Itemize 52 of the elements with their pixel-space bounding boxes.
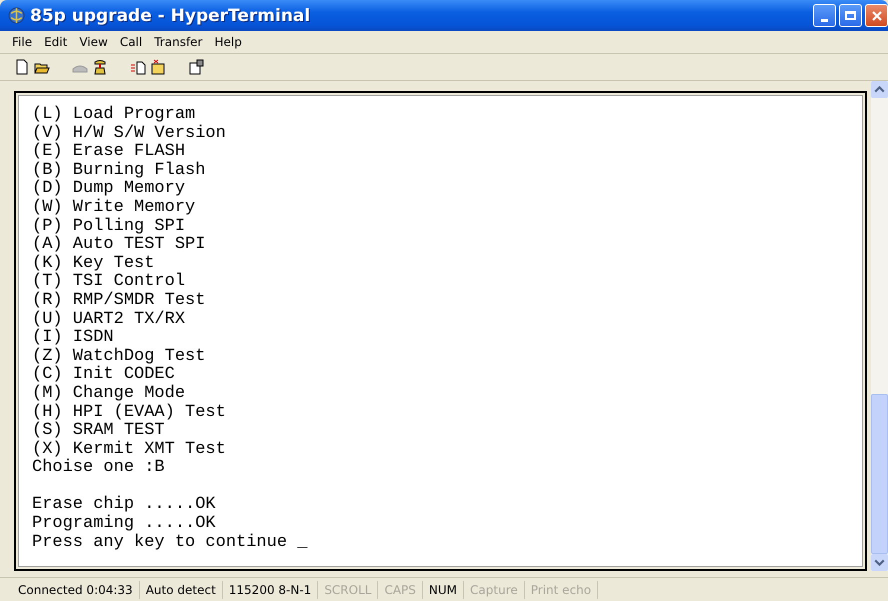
terminal-line: (E) Erase FLASH [32,143,186,162]
status-item: 115200 8-N-1 [222,580,318,598]
terminal-line: (V) H/W S/W Version [32,124,227,143]
terminal-line: (L) Load Program [32,106,196,124]
menu-item[interactable]: Transfer [150,35,208,49]
menu-item[interactable]: Edit [40,35,74,49]
scroll-up-icon[interactable] [871,81,888,98]
terminal-line: (H) HPI (EVAA) Test [32,404,227,422]
status-item: Capture [464,580,525,598]
properties-icon[interactable] [188,59,204,75]
terminal-line: (S) SRAM TEST [32,422,166,440]
menu-item[interactable]: Call [116,35,148,49]
terminal-line: (K) Key Test [32,254,154,273]
terminal-line: (B) Burning Flash [32,162,206,180]
globe-phone-icon [8,7,25,24]
terminal-line: (T) TSI Control [32,273,186,292]
terminal-screen[interactable] [14,91,867,571]
send-file-icon[interactable] [130,59,146,75]
terminal-line: Programing .....OK [32,515,217,534]
status-item: Auto detect [140,580,223,598]
terminal-line: Choise one :B [32,459,166,478]
vertical-scrollbar[interactable] [871,81,888,571]
menu-item[interactable]: File [8,35,38,49]
terminal-line: (C) Init CODEC [32,366,176,384]
close-button[interactable] [865,4,888,27]
status-item: SCROLL [318,580,378,598]
status-item: NUM [422,580,464,598]
maximize-button[interactable] [839,4,862,27]
menu-item[interactable]: Help [210,35,248,49]
terminal-line: Press any key to continue _ [32,534,308,552]
receive-file-icon[interactable] [150,59,166,75]
status-item: Connected 0:04:33 [12,580,140,598]
minimize-button[interactable] [813,4,836,27]
scroll-down-icon[interactable] [871,554,888,571]
terminal-line: (X) Kermit XMT Test [32,440,227,459]
terminal-line: (U) UART2 TX/RX [32,310,186,329]
terminal-line: (Z) WatchDog Test [32,348,206,366]
terminal-line: (R) RMP/SMDR Test [32,292,206,310]
terminal-line: (A) Auto TEST SPI [32,236,206,254]
terminal-line: (D) Dump Memory [32,180,186,198]
new-file-icon[interactable] [14,59,30,75]
terminal-line: (W) Write Memory [32,198,196,218]
status-item: CAPS [378,580,423,598]
terminal-line: (P) Polling SPI [32,218,186,236]
window-title: 85p upgrade - HyperTerminal [30,6,312,26]
terminal-line: Erase chip .....OK [32,496,217,514]
terminal-line: (I) ISDN [32,329,115,348]
close-icon [870,10,882,22]
status-item: Print echo [524,580,598,598]
menu-item[interactable]: View [75,35,114,49]
terminal-line: (M) Change Mode [32,384,186,404]
scrollbar-thumb[interactable] [871,394,888,554]
